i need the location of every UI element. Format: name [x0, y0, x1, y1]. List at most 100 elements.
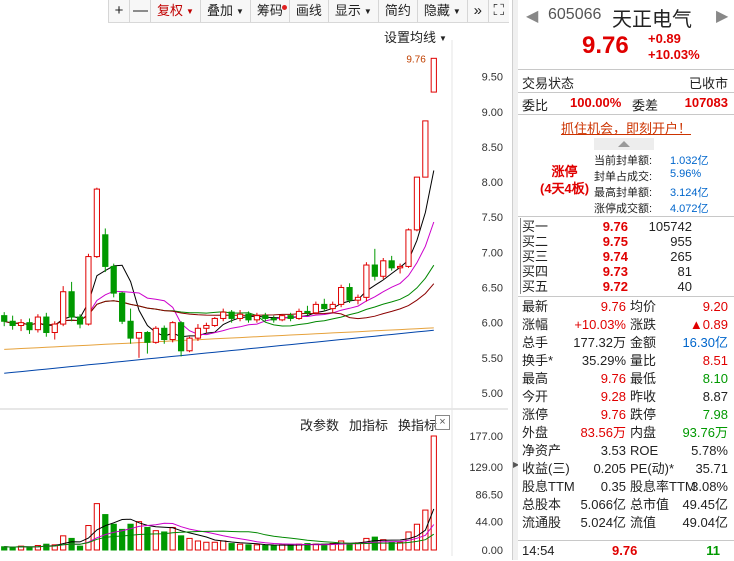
volume-bar — [93, 503, 100, 551]
quote-value: 3.08% — [691, 479, 728, 494]
candle-body — [68, 291, 75, 318]
prev-stock-icon[interactable]: ◀ — [526, 6, 538, 26]
indicator-links: 改参数 加指标 换指标 — [300, 415, 437, 434]
quote-value: 93.76万 — [682, 425, 728, 440]
ob-price: 9.73 — [602, 264, 628, 279]
quote-label: 量比 — [630, 353, 657, 368]
price-tick-label: 6.00 — [482, 318, 503, 330]
quote-value: 8.87 — [702, 389, 728, 404]
change-abs: +0.89 — [648, 31, 681, 46]
candle-body — [43, 316, 50, 334]
quote-label: 今开 — [522, 389, 549, 404]
volume-bar — [186, 537, 193, 551]
candle-body — [60, 291, 67, 325]
open-account-link[interactable]: 抓住机会，即刻开户！ — [518, 118, 734, 137]
zt-key: 当前封单额: — [594, 155, 653, 167]
orderbook-row[interactable]: 买二 9.75 955 — [522, 234, 732, 249]
candle-body — [34, 316, 42, 331]
ob-volume: 265 — [670, 249, 692, 264]
volume-bar — [161, 531, 168, 551]
quote-panel: ◀ 605066 天正电气 ▶ 9.76 +0.89 +10.03% 交易状态 … — [518, 0, 734, 560]
quote-value: 9.76 — [600, 407, 626, 422]
quote-value: 9.76 — [600, 299, 626, 314]
quote-value: 49.04亿 — [682, 515, 728, 530]
ob-label: 买五 — [522, 279, 549, 294]
edit-params-link[interactable]: 改参数 — [300, 415, 339, 434]
quote-value: 7.98 — [702, 407, 728, 422]
candle-body — [186, 337, 193, 352]
volume-bar — [43, 543, 50, 551]
volume-bar — [169, 526, 176, 551]
price-tick-label: 5.00 — [482, 388, 503, 400]
candle-body — [17, 322, 25, 326]
quote-label: 涨停 — [522, 407, 549, 422]
zt-value: 3.124亿 — [670, 187, 709, 199]
volume-bar — [346, 543, 353, 551]
orderbook-row[interactable]: 买一 9.76 105742 — [522, 219, 732, 234]
orderbook-row[interactable]: 买三 9.74 265 — [522, 249, 732, 264]
zt-row: 涨停成交额: 4.072亿 — [594, 200, 734, 216]
candle-body — [321, 303, 328, 310]
wb-row: 委比 100.00% 委差 107083 — [518, 95, 734, 113]
quote-value: 0.35 — [600, 479, 626, 494]
quote-value: 9.76 — [600, 371, 626, 386]
quote-row: 最新 9.76 均价 9.20 — [518, 298, 734, 316]
orderbook-row[interactable]: 买五 9.72 40 — [522, 279, 732, 294]
quote-label: 涨幅 — [522, 317, 549, 332]
switch-indicator-link[interactable]: 换指标 — [398, 415, 437, 434]
price-tick-label: 6.50 — [482, 283, 503, 295]
volume-bar — [253, 544, 261, 551]
candle-body — [338, 287, 345, 305]
candle-body — [1, 315, 8, 322]
quote-row: 换手* 35.29% 量比 8.51 — [518, 352, 734, 370]
candle-body — [119, 292, 126, 322]
volume-bar — [236, 543, 244, 551]
quote-row: 总股本 5.066亿 总市值 49.45亿 — [518, 496, 734, 514]
limit-up-streak: (4天4板) — [540, 181, 590, 196]
quote-label: 内盘 — [630, 425, 657, 440]
quote-row: 收益(三) 0.205 PE(动)* 35.71 — [518, 460, 734, 478]
next-stock-icon[interactable]: ▶ — [716, 6, 728, 26]
volume-bar — [211, 541, 218, 551]
candle-body — [253, 315, 261, 321]
candle-body — [304, 310, 311, 314]
candle-body — [329, 303, 336, 310]
ob-volume: 81 — [677, 264, 692, 279]
candle-body — [76, 316, 84, 325]
collapse-up-icon[interactable] — [594, 138, 654, 150]
quote-value: 49.45亿 — [682, 497, 728, 512]
volume-bar — [270, 544, 277, 551]
candle-body — [236, 313, 244, 319]
volume-bar — [194, 540, 202, 551]
volume-bar — [102, 514, 109, 551]
ob-price: 9.72 — [602, 279, 628, 294]
zt-value: 1.032亿 — [670, 155, 709, 167]
ma60-line — [4, 329, 434, 374]
divider — [518, 216, 734, 217]
limit-up-badge: 涨停 (4天4板) — [540, 163, 589, 197]
quote-label: 总市值 — [630, 497, 670, 512]
volume-bar — [228, 543, 235, 551]
quote-label: 总手 — [522, 335, 549, 350]
candle-body — [312, 303, 319, 314]
close-icon[interactable]: × — [435, 415, 450, 430]
orderbook-row[interactable]: 买四 9.73 81 — [522, 264, 732, 279]
volume-bar — [144, 526, 151, 551]
ob-price: 9.75 — [602, 234, 628, 249]
ob-volume: 955 — [670, 234, 692, 249]
candle-body — [220, 311, 227, 319]
add-indicator-link[interactable]: 加指标 — [349, 415, 388, 434]
volume-tick-label: 0.00 — [482, 545, 503, 557]
volume-bar — [279, 544, 286, 551]
quote-label: ROE — [630, 443, 659, 458]
divider — [518, 114, 734, 115]
candle-body — [169, 322, 176, 341]
zt-row: 当前封单额: 1.032亿 — [594, 152, 734, 168]
kline-chart-area[interactable]: + — 复权 ▼ 叠加 ▼ 筹码 画线 显示 ▼ 简约 隐藏 ▼ » ⛶ 设置均线 ▼ 9… — [0, 0, 512, 560]
quote-value: +10.03% — [574, 317, 626, 332]
ob-volume: 105742 — [648, 219, 692, 234]
quote-row: 今开 9.28 昨收 8.87 — [518, 388, 734, 406]
quote-label: 金额 — [630, 335, 657, 350]
kline-svg: 9.50 9.00 8.50 8.00 7.50 7.00 6.50 6.00 5.50 5.00… — [0, 40, 508, 557]
change-pct: +10.03% — [648, 47, 700, 62]
